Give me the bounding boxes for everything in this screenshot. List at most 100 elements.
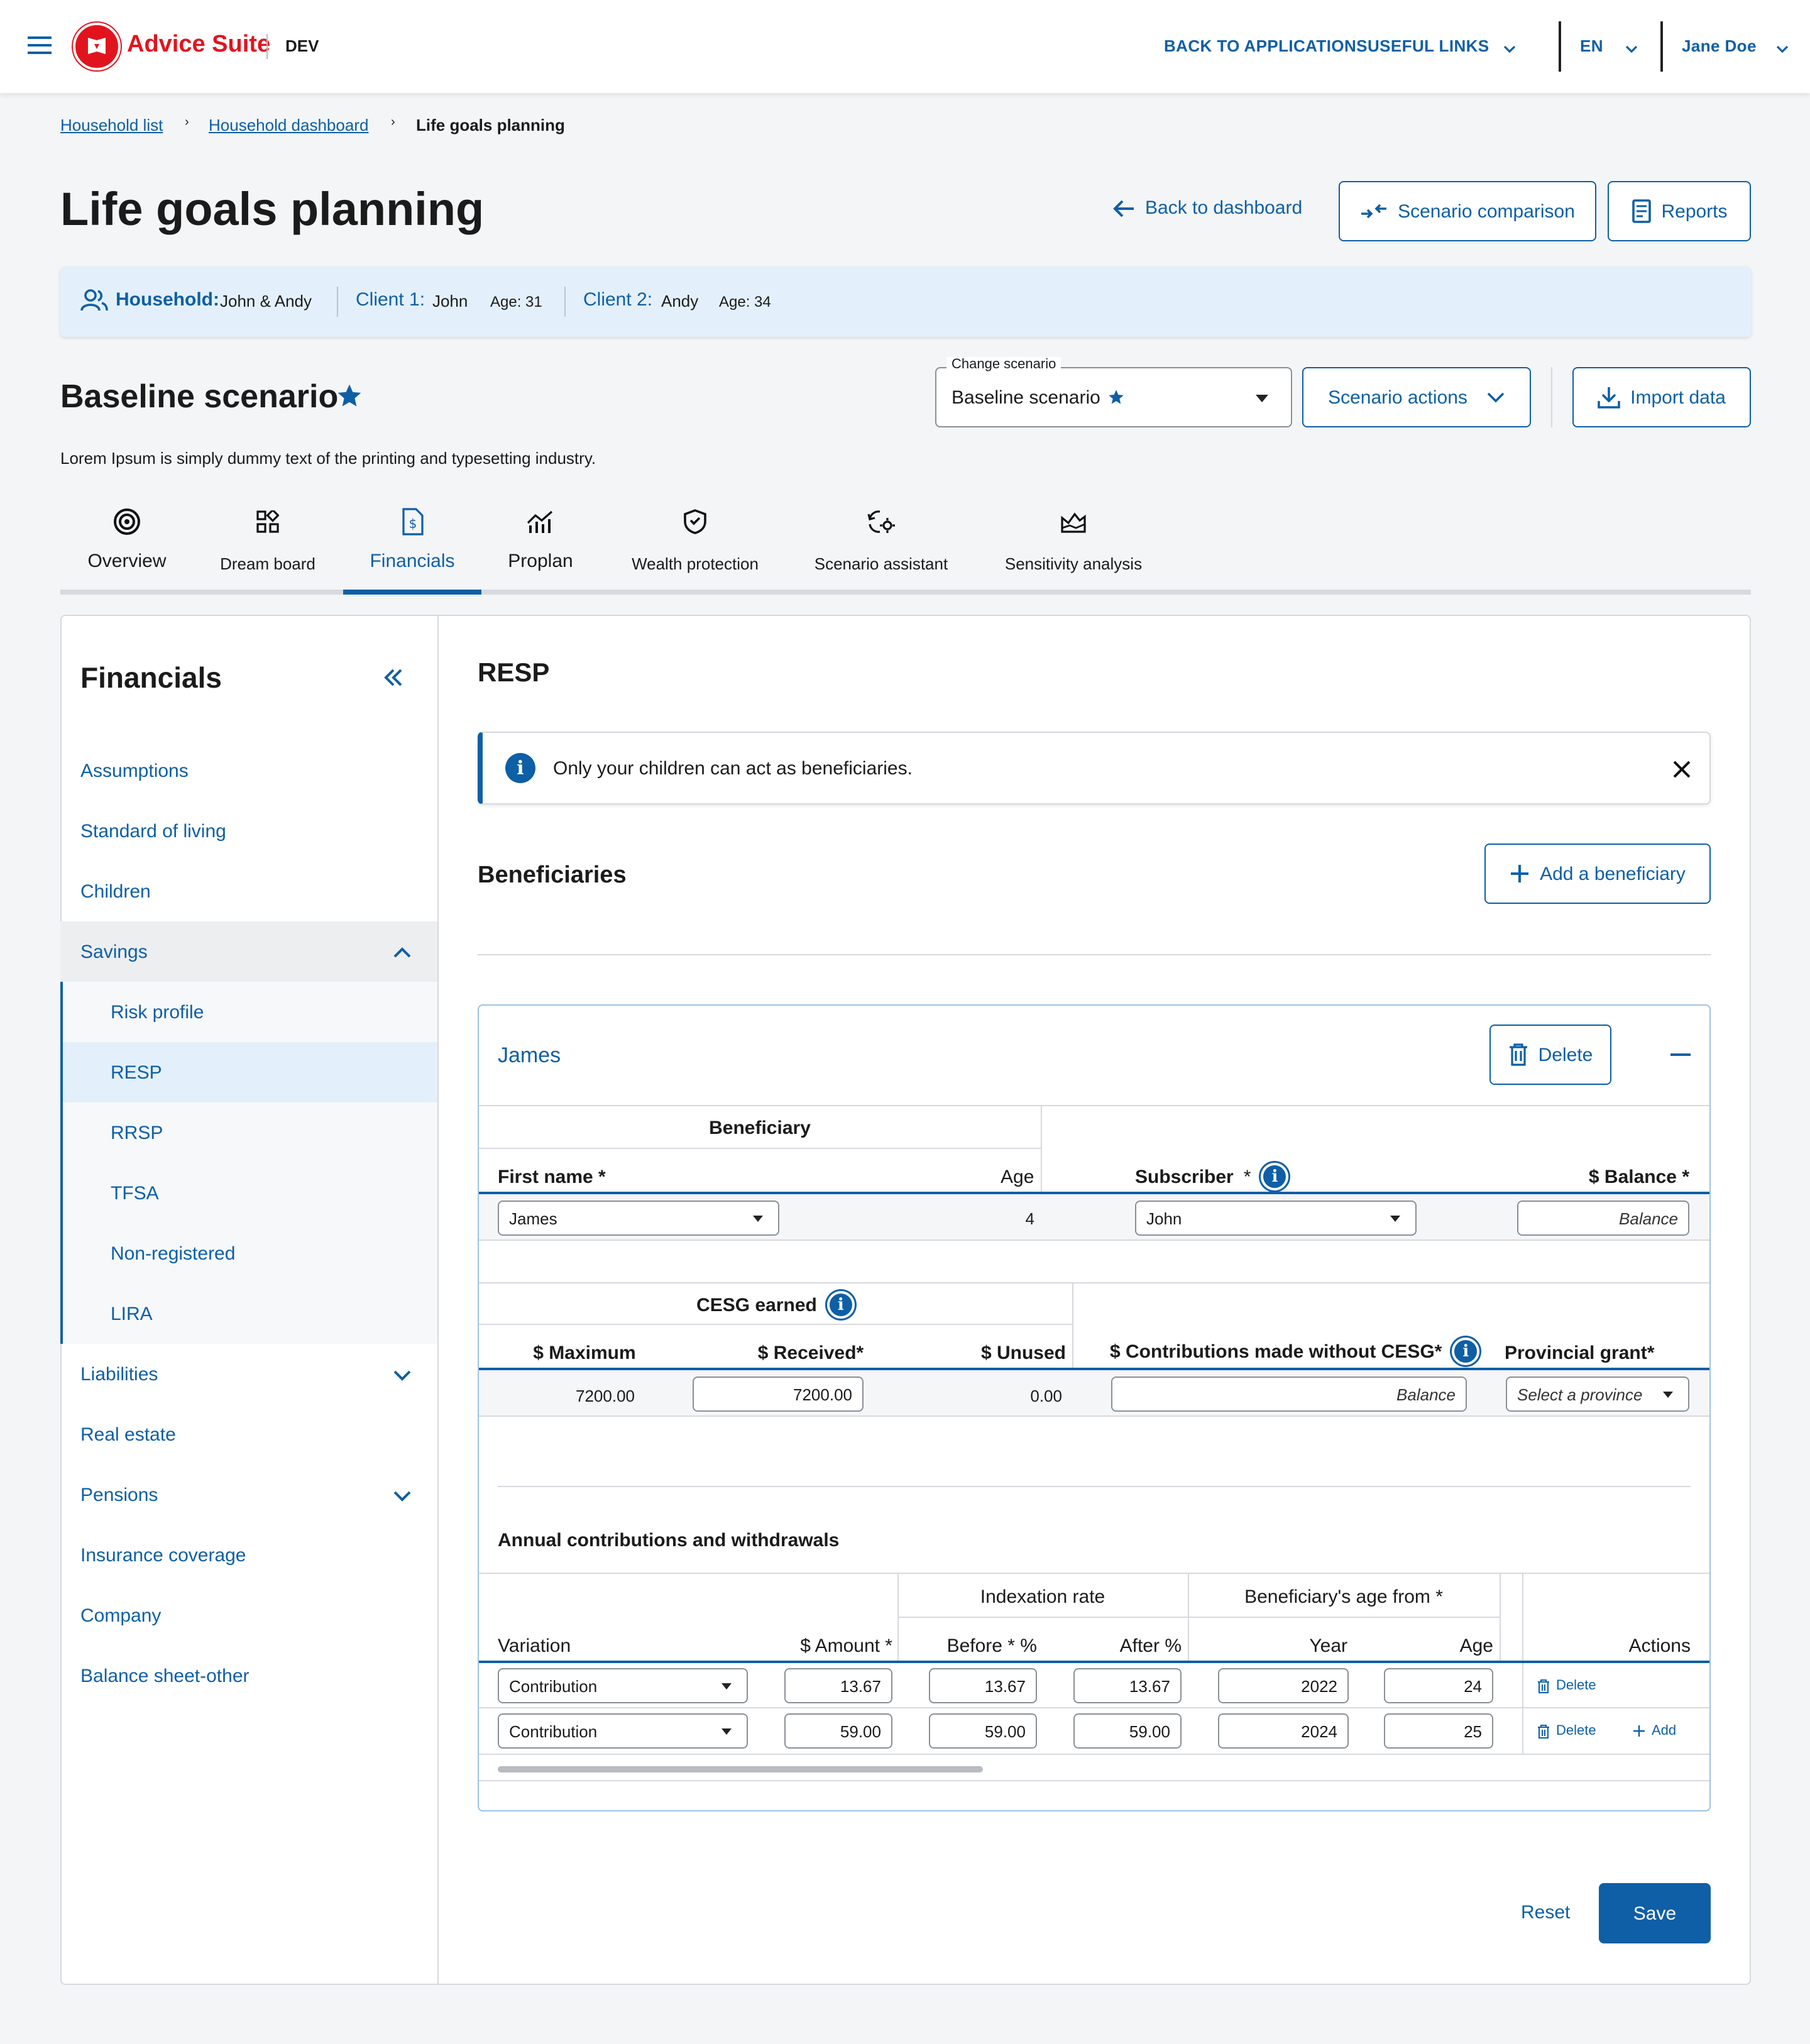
add-beneficiary-button[interactable]: Add a beneficiary — [1484, 843, 1711, 904]
variation-select[interactable]: Contribution — [498, 1713, 748, 1749]
household-label: Household: — [116, 289, 219, 310]
scenario-actions-button[interactable]: Scenario actions — [1302, 367, 1531, 427]
breadcrumb-household-list[interactable]: Household list — [60, 116, 163, 135]
before-input[interactable]: 59.00 — [929, 1713, 1037, 1749]
sidebar-sub-tfsa[interactable]: TFSA — [111, 1183, 159, 1204]
tab-sensitivity-analysis[interactable]: Sensitivity analysis — [996, 505, 1151, 573]
language-selector[interactable]: EN — [1580, 36, 1603, 55]
scenario-comparison-button[interactable]: Scenario comparison — [1339, 181, 1596, 241]
collapse-minus-icon[interactable] — [1670, 1053, 1691, 1056]
divider — [266, 34, 268, 59]
balance-header: $ Balance * — [1588, 1167, 1689, 1188]
sidebar-item-insurance-coverage[interactable]: Insurance coverage — [80, 1545, 246, 1566]
tab-financials[interactable]: $ Financials — [343, 505, 481, 572]
delete-beneficiary-button[interactable]: Delete — [1489, 1025, 1611, 1085]
variation-select[interactable]: Contribution — [498, 1668, 748, 1703]
change-scenario-label: Change scenario — [946, 357, 1061, 372]
sidebar-sub-resp[interactable]: RESP — [111, 1062, 162, 1084]
received-input[interactable]: 7200.00 — [693, 1376, 864, 1412]
back-to-dashboard-button[interactable]: Back to dashboard — [1112, 197, 1302, 219]
sidebar-item-pensions[interactable]: Pensions — [80, 1485, 158, 1506]
sidebar-item-standard-of-living[interactable]: Standard of living — [80, 821, 226, 842]
assistant-gear-icon — [867, 510, 895, 533]
after-input[interactable]: 59.00 — [1073, 1713, 1182, 1749]
cesg-earned-label: CESG earned — [696, 1294, 817, 1316]
chevron-down-icon[interactable] — [393, 1369, 411, 1382]
amount-input[interactable]: 59.00 — [784, 1713, 892, 1749]
collapse-double-chevron-icon[interactable] — [383, 669, 403, 686]
provincial-grant-placeholder: Select a province — [1517, 1385, 1643, 1404]
year-input[interactable]: 2024 — [1218, 1713, 1349, 1749]
subscriber-header: Subscriber * i — [1135, 1163, 1289, 1190]
user-menu[interactable]: Jane Doe — [1682, 36, 1757, 55]
star-icon[interactable] — [336, 382, 363, 410]
reports-button[interactable]: Reports — [1608, 181, 1751, 241]
subscriber-select[interactable]: John — [1135, 1201, 1417, 1236]
maximum-header: $ Maximum — [533, 1343, 636, 1364]
client1-age: Age: 31 — [490, 293, 542, 310]
info-icon[interactable]: i — [1261, 1163, 1289, 1190]
info-icon[interactable]: i — [826, 1291, 855, 1319]
row-add-button[interactable]: Add — [1633, 1723, 1676, 1739]
chevron-up-icon[interactable] — [393, 947, 411, 959]
age-input[interactable]: 25 — [1384, 1713, 1493, 1749]
chevron-down-icon[interactable] — [1503, 38, 1516, 60]
amount-header: $ Amount * — [800, 1635, 892, 1657]
sidebar-sub-rrsp[interactable]: RRSP — [111, 1123, 163, 1144]
sidebar-item-children[interactable]: Children — [80, 881, 151, 903]
client2-name: Andy — [661, 292, 699, 310]
save-button[interactable]: Save — [1599, 1883, 1711, 1943]
back-to-applications-link[interactable]: BACK TO APPLICATIONS — [1164, 36, 1368, 55]
import-data-button[interactable]: Import data — [1572, 367, 1751, 427]
sidebar-title: Financials — [80, 661, 222, 694]
tab-scenario-assistant[interactable]: Scenario assistant — [807, 505, 955, 573]
sidebar-item-assumptions[interactable]: Assumptions — [80, 761, 189, 782]
age-input[interactable]: 24 — [1384, 1668, 1493, 1703]
horizontal-scrollbar[interactable] — [498, 1766, 983, 1772]
first-name-header: First name * — [498, 1167, 606, 1188]
row-delete-button[interactable]: Delete — [1537, 1678, 1596, 1693]
contributions-without-cesg-input[interactable]: Balance — [1111, 1376, 1467, 1412]
sidebar-sub-lira[interactable]: LIRA — [111, 1304, 153, 1325]
sidebar-item-real-estate[interactable]: Real estate — [80, 1424, 176, 1446]
subscriber-value: John — [1146, 1209, 1182, 1228]
sidebar-item-company[interactable]: Company — [80, 1605, 161, 1627]
chevron-down-icon[interactable] — [1776, 38, 1789, 60]
sidebar-item-balance-sheet-other[interactable]: Balance sheet-other — [80, 1666, 250, 1687]
useful-links-link[interactable]: USEFUL LINKS — [1368, 36, 1489, 55]
tab-proplan[interactable]: Proplan — [500, 505, 581, 572]
target-icon — [114, 508, 140, 535]
add-beneficiary-label: Add a beneficiary — [1540, 863, 1686, 884]
amount-input[interactable]: 13.67 — [784, 1668, 892, 1703]
tab-dream-board[interactable]: Dream board — [211, 505, 324, 573]
tab-wealth-protection[interactable]: Wealth protection — [620, 505, 771, 573]
info-icon[interactable]: i — [1452, 1338, 1480, 1365]
sidebar-item-liabilities[interactable]: Liabilities — [80, 1364, 158, 1385]
year-input[interactable]: 2022 — [1218, 1668, 1349, 1703]
after-input[interactable]: 13.67 — [1073, 1668, 1182, 1703]
received-header: $ Received* — [757, 1343, 864, 1364]
divider — [479, 1573, 1709, 1574]
caret-down-icon — [721, 1683, 732, 1690]
chevron-down-icon[interactable] — [1625, 38, 1638, 60]
sidebar-sub-risk-profile[interactable]: Risk profile — [111, 1002, 204, 1023]
change-scenario-select[interactable]: Change scenario Baseline scenario — [935, 357, 1292, 427]
row-delete-button[interactable]: Delete — [1537, 1723, 1596, 1739]
first-name-select[interactable]: James — [498, 1201, 779, 1236]
provincial-grant-select[interactable]: Select a province — [1506, 1376, 1689, 1412]
divider — [479, 1707, 1709, 1708]
balance-input[interactable]: Balance — [1517, 1201, 1689, 1236]
reset-button[interactable]: Reset — [1521, 1902, 1570, 1923]
tab-dream-board-label: Dream board — [220, 554, 315, 573]
breadcrumb-household-dashboard[interactable]: Household dashboard — [209, 116, 368, 135]
menu-icon[interactable] — [28, 35, 52, 55]
close-icon[interactable] — [1672, 759, 1692, 779]
tab-overview[interactable]: Overview — [78, 505, 176, 572]
sidebar-sub-non-registered[interactable]: Non-registered — [111, 1243, 235, 1265]
divider — [337, 287, 338, 317]
maximum-value: 7200.00 — [576, 1387, 635, 1405]
divider — [897, 1617, 1500, 1618]
dashboard-icon — [256, 510, 279, 533]
before-input[interactable]: 13.67 — [929, 1668, 1037, 1703]
chevron-down-icon[interactable] — [393, 1490, 411, 1502]
